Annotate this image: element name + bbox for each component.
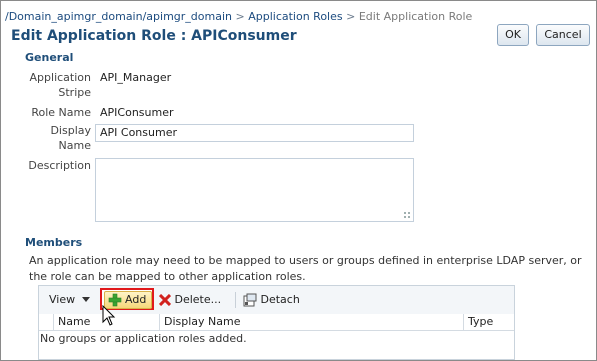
- detach-icon: [243, 293, 257, 307]
- resize-grip-icon[interactable]: [403, 211, 411, 219]
- breadcrumb-separator: >: [235, 10, 245, 23]
- application-stripe-label: Application Stripe: [21, 70, 91, 100]
- display-name-input[interactable]: API Consumer: [95, 124, 414, 142]
- detach-button[interactable]: Detach: [243, 291, 300, 309]
- breadcrumb-domain-link[interactable]: /Domain_apimgr_domain/apimgr_domain: [5, 10, 232, 23]
- cancel-button[interactable]: Cancel: [536, 24, 590, 46]
- breadcrumb-separator: >: [346, 10, 356, 23]
- toolbar-divider: [235, 292, 236, 308]
- breadcrumb: /Domain_apimgr_domain/apimgr_domain > Ap…: [5, 10, 472, 23]
- empty-table-message: No groups or application roles added.: [40, 332, 247, 345]
- delete-button-label: Delete...: [174, 293, 222, 306]
- description-label: Description: [28, 159, 91, 172]
- description-textarea[interactable]: [95, 158, 414, 222]
- breadcrumb-current: Edit Application Role: [358, 10, 473, 23]
- add-button-label: Add: [125, 293, 147, 306]
- chevron-down-icon: [81, 297, 90, 302]
- members-description: An application role may need to be mappe…: [29, 254, 582, 283]
- general-section-heading: General: [25, 51, 74, 64]
- delete-x-icon: [158, 293, 172, 307]
- view-menu[interactable]: View: [49, 291, 90, 309]
- page-title: Edit Application Role : APIConsumer: [11, 28, 297, 44]
- detach-button-label: Detach: [260, 293, 300, 306]
- role-name-value: APIConsumer: [100, 106, 174, 119]
- column-header-display-name[interactable]: Display Name: [159, 314, 465, 330]
- role-name-label: Role Name: [31, 106, 91, 119]
- delete-button[interactable]: Delete...: [158, 291, 222, 309]
- display-name-label: Display Name: [21, 123, 91, 153]
- view-menu-label: View: [49, 293, 76, 306]
- ok-button[interactable]: OK: [497, 24, 529, 46]
- edit-application-role-page: /Domain_apimgr_domain/apimgr_domain > Ap…: [0, 0, 597, 361]
- application-stripe-label-line2: Stripe: [58, 86, 91, 99]
- mouse-pointer-icon: [102, 305, 116, 326]
- column-header-type[interactable]: Type: [463, 314, 514, 330]
- members-section-heading: Members: [25, 236, 83, 249]
- display-name-label-line1: Display: [50, 124, 91, 137]
- breadcrumb-application-roles-link[interactable]: Application Roles: [248, 10, 342, 23]
- application-stripe-label-line1: Application: [29, 71, 91, 84]
- display-name-label-line2: Name: [58, 139, 91, 152]
- application-stripe-value: API_Manager: [100, 71, 172, 84]
